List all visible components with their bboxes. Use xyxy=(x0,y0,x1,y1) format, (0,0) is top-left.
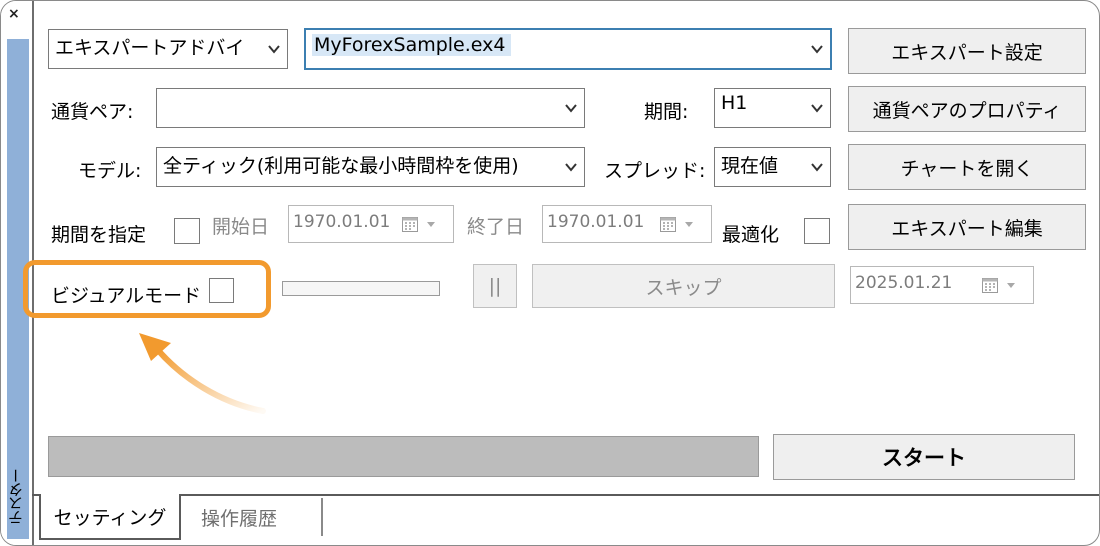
calendar-icon xyxy=(660,217,676,232)
optimization-label: 最適化 xyxy=(722,224,780,246)
chevron-down-icon xyxy=(811,163,823,172)
tab-settings[interactable]: セッティング xyxy=(39,494,181,540)
symbol-properties-button[interactable]: 通貨ペアのプロパティ xyxy=(848,86,1086,132)
spread-select[interactable]: 現在値 xyxy=(714,147,831,187)
spread-value: 現在値 xyxy=(721,155,779,177)
calendar-icon xyxy=(982,278,998,293)
dropdown-arrow-icon xyxy=(1007,283,1015,288)
close-icon[interactable]: × xyxy=(8,7,20,21)
open-chart-button[interactable]: チャートを開く xyxy=(848,144,1086,190)
tab-bar-line xyxy=(32,494,1099,496)
tab-journal-label: 操作履歴 xyxy=(201,507,278,530)
dropdown-arrow-icon xyxy=(685,222,693,227)
skip-to-date-picker[interactable]: 2025.01.21 xyxy=(850,266,1034,304)
sidebar-tab-label[interactable]: テスター xyxy=(5,469,29,525)
tab-settings-label: セッティング xyxy=(53,506,167,529)
period-select[interactable]: H1 xyxy=(714,88,831,128)
skip-to-date-value: 2025.01.21 xyxy=(855,273,953,293)
use-date-checkbox[interactable] xyxy=(174,218,200,244)
visual-speed-slider[interactable] xyxy=(282,281,440,296)
expert-edit-button[interactable]: エキスパート編集 xyxy=(848,204,1086,250)
tester-panel: × テスター エキスパートアドバイザ MyForexSample.ex4 エキス… xyxy=(0,0,1100,546)
visual-mode-highlight xyxy=(23,260,271,318)
highlight-arrow-icon xyxy=(139,333,266,414)
pause-button[interactable]: || xyxy=(473,264,517,308)
skip-button[interactable]: スキップ xyxy=(532,264,835,308)
chevron-down-icon xyxy=(565,163,577,172)
spread-label: スプレッド: xyxy=(604,160,706,182)
end-date-picker[interactable]: 1970.01.01 xyxy=(542,205,712,243)
optimization-checkbox[interactable] xyxy=(804,218,830,244)
model-value: 全ティック(利用可能な最小時間枠を使用) xyxy=(163,155,519,177)
use-date-label: 期間を指定 xyxy=(51,224,147,246)
chevron-down-icon xyxy=(811,104,823,113)
expert-settings-button[interactable]: エキスパート設定 xyxy=(848,28,1086,74)
start-date-label: 開始日 xyxy=(212,216,270,238)
period-value: H1 xyxy=(721,92,748,114)
chevron-down-icon xyxy=(811,45,823,54)
currency-pair-select[interactable] xyxy=(156,88,585,128)
calendar-icon xyxy=(402,217,418,232)
tab-journal[interactable]: 操作履歴 xyxy=(183,498,323,536)
chevron-down-icon xyxy=(268,45,280,54)
program-type-select[interactable]: エキスパートアドバイザ xyxy=(48,29,288,69)
start-button[interactable]: スタート xyxy=(773,434,1075,480)
expert-advisor-select[interactable]: MyForexSample.ex4 xyxy=(304,28,832,70)
expert-advisor-value: MyForexSample.ex4 xyxy=(312,34,512,56)
progress-bar xyxy=(48,436,759,477)
model-select[interactable]: 全ティック(利用可能な最小時間枠を使用) xyxy=(156,147,585,187)
program-type-value: エキスパートアドバイザ xyxy=(55,37,245,59)
start-date-picker[interactable]: 1970.01.01 xyxy=(288,205,454,243)
model-label: モデル: xyxy=(78,160,142,182)
period-label: 期間: xyxy=(644,101,689,123)
currency-pair-label: 通貨ペア: xyxy=(51,101,134,123)
end-date-label: 終了日 xyxy=(467,216,525,238)
end-date-value: 1970.01.01 xyxy=(547,212,645,232)
dropdown-arrow-icon xyxy=(427,222,435,227)
chevron-down-icon xyxy=(565,104,577,113)
start-date-value: 1970.01.01 xyxy=(293,212,391,232)
